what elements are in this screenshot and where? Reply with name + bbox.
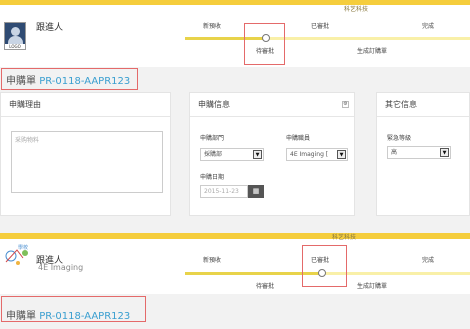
- avatar[interactable]: LOGO: [4, 22, 26, 50]
- reason-textarea[interactable]: 采购物料: [11, 131, 163, 193]
- logo-text: 學校: [18, 245, 29, 251]
- top-header: [0, 5, 470, 67]
- dept-label: 申購部門: [200, 135, 225, 142]
- gear-icon[interactable]: ⚙: [342, 101, 349, 108]
- substep-gen-order[interactable]: 生成訂購單: [357, 281, 387, 290]
- screenshot: 科艺科技 LOGO 跟進人 新預收 已審批 完成 待審批 生成訂購單 申購單 P…: [0, 0, 470, 329]
- reason-placeholder: 采购物料: [15, 137, 40, 144]
- staff-select[interactable]: 4E Imaging [ ▼: [286, 148, 348, 161]
- brand-text: 科艺科技: [332, 234, 357, 241]
- avatar-head: [11, 27, 20, 36]
- step-done[interactable]: 完成: [422, 21, 434, 30]
- dept-value: 採購部: [204, 151, 223, 158]
- other-info-card: 其它信息 緊急等級 高 ▼: [376, 92, 470, 216]
- step-done[interactable]: 完成: [422, 255, 434, 264]
- urgency-label: 緊急等級: [387, 135, 412, 142]
- chevron-down-icon: ▼: [440, 148, 449, 157]
- date-input[interactable]: 2015-11-23: [200, 185, 248, 198]
- avatar-logo-tag: LOGO: [5, 44, 25, 49]
- highlight-box: [244, 23, 285, 65]
- chevron-down-icon: ▼: [253, 150, 262, 159]
- reason-header: 申購理由: [1, 93, 170, 117]
- apply-info-card: 申購信息 ⚙ 申購部門 採購部 ▼ 申購職員 4E Imaging [ ▼ 申購…: [189, 92, 355, 216]
- chevron-down-icon: ▼: [337, 150, 346, 159]
- staff-label: 申購職員: [286, 135, 311, 142]
- step-new[interactable]: 新預收: [203, 21, 221, 30]
- substep-gen-order[interactable]: 生成訂購單: [357, 46, 387, 55]
- staff-value: 4E Imaging [: [290, 151, 329, 158]
- highlight-box: [1, 296, 146, 322]
- dept-select[interactable]: 採購部 ▼: [200, 148, 264, 161]
- step-approved[interactable]: 已審批: [311, 21, 329, 30]
- follower-sub: 4E Imaging: [38, 263, 84, 272]
- highlight-box: [302, 245, 347, 287]
- step-new[interactable]: 新預收: [203, 255, 221, 264]
- highlight-box: [1, 68, 138, 90]
- other-info-header: 其它信息: [377, 93, 469, 117]
- follower-label: 跟進人: [36, 23, 64, 33]
- reason-card: 申購理由 采购物料: [0, 92, 171, 216]
- date-label: 申購日期: [200, 174, 225, 181]
- apply-info-header: 申購信息: [190, 93, 354, 117]
- urgency-select[interactable]: 高 ▼: [387, 146, 451, 159]
- date-value: 2015-11-23: [204, 188, 239, 195]
- calendar-icon[interactable]: ▦: [248, 185, 264, 198]
- urgency-value: 高: [391, 149, 398, 156]
- brand-text: 科艺科技: [344, 6, 369, 13]
- substep-pending[interactable]: 待審批: [256, 281, 274, 290]
